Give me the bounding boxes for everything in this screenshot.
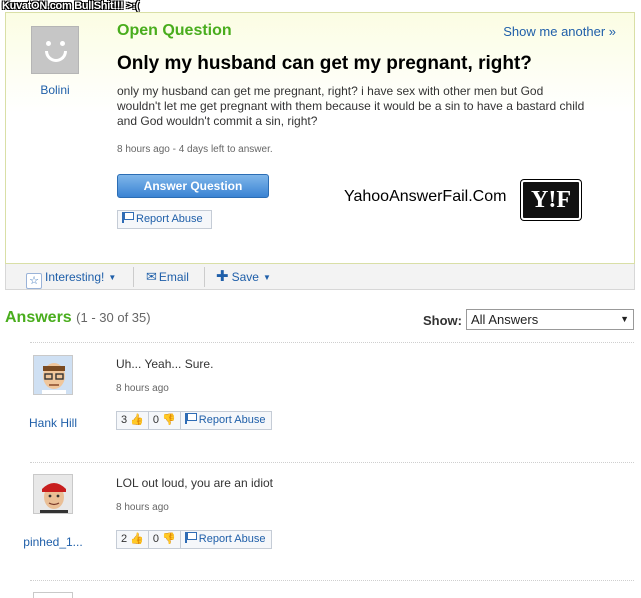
answer-avatar[interactable]: [33, 355, 73, 395]
report-abuse-button[interactable]: Report Abuse: [180, 530, 273, 549]
answer-avatar[interactable]: [33, 592, 73, 598]
report-abuse-label: Report Abuse: [198, 414, 266, 426]
email-button[interactable]: ✉ Email: [146, 268, 189, 286]
thumbs-up-count: 2: [121, 533, 128, 545]
divider: [30, 580, 634, 581]
thumbs-down-count: 0: [152, 414, 160, 426]
answer-avatar[interactable]: [33, 474, 73, 514]
answer-text: Uh... Yeah... Sure.: [116, 357, 214, 371]
watermark: KuvatON.com BullShit!!! >:(: [2, 0, 140, 12]
question-body: only my husband can get me pregnant, rig…: [117, 84, 585, 128]
thumbs-down-button[interactable]: 0 👎: [148, 411, 181, 430]
answers-range: (1 - 30 of 35): [76, 310, 151, 325]
thumbs-down-button[interactable]: 0 👎: [148, 530, 181, 549]
answer-username[interactable]: pinhed_1...: [8, 535, 98, 549]
toolbar-divider: [204, 267, 205, 287]
filter-value: All Answers: [471, 312, 539, 327]
answers-filter-select[interactable]: All Answers ▼: [466, 309, 634, 330]
answer-vote-bar: 3 👍 0 👎 Report Abuse: [116, 411, 273, 430]
chevron-down-icon: ▼: [108, 273, 117, 282]
report-abuse-button[interactable]: Report Abuse: [117, 210, 212, 229]
answers-title: Answers: [5, 309, 72, 326]
asker-avatar[interactable]: [31, 26, 79, 74]
thumbs-up-count: 3: [121, 414, 128, 426]
hank-hill-avatar-icon: [34, 356, 72, 394]
thumbs-up-button[interactable]: 3 👍: [116, 411, 149, 430]
avatar-eye-right: [60, 41, 65, 46]
yaf-logo: Y!F: [521, 180, 581, 220]
divider: [30, 342, 634, 343]
email-label: Email: [158, 270, 189, 284]
answer-username[interactable]: Hank Hill: [8, 416, 98, 430]
save-label: Save: [231, 270, 259, 284]
site-watermark-text: YahooAnswerFail.Com: [344, 188, 507, 205]
interesting-button[interactable]: ☆ Interesting! ▼: [26, 268, 117, 289]
question-status: Open Question: [117, 22, 232, 39]
interesting-label: Interesting!: [45, 270, 105, 284]
save-button[interactable]: ✚ Save ▼: [216, 268, 271, 286]
thumbs-down-icon: 👎: [162, 414, 176, 426]
question-meta: 8 hours ago - 4 days left to answer.: [117, 144, 273, 155]
show-label: Show:: [423, 313, 462, 328]
star-icon: ☆: [26, 273, 42, 289]
answer-meta: 8 hours ago: [116, 383, 169, 394]
question-panel: Bolini Open Question Show me another » O…: [5, 12, 635, 264]
show-another-link[interactable]: Show me another »: [503, 24, 616, 39]
answer-vote-bar: 2 👍 0 👎 Report Abuse: [116, 530, 273, 549]
thumbs-up-icon: 👍: [130, 414, 144, 426]
report-abuse-label: Report Abuse: [198, 533, 266, 545]
pinhead-avatar-icon: [34, 475, 72, 513]
avatar-eye-left: [46, 41, 51, 46]
avatar-smile-mouth: [45, 51, 67, 62]
thumbs-down-count: 0: [152, 533, 160, 545]
answer-question-button[interactable]: Answer Question: [117, 174, 269, 198]
flag-icon: [184, 532, 197, 543]
thumbs-down-icon: 👎: [162, 533, 176, 545]
toolbar-divider: [133, 267, 134, 287]
answer-text: LOL out loud, you are an idiot: [116, 476, 273, 490]
dropdown-arrow-icon: ▼: [620, 314, 629, 324]
report-abuse-label: Report Abuse: [136, 213, 203, 225]
asker-name[interactable]: Bolini: [31, 83, 79, 97]
chevron-down-icon: ▼: [262, 273, 271, 282]
divider: [30, 462, 634, 463]
question-toolbar: ☆ Interesting! ▼ ✉ Email ✚ Save ▼: [5, 264, 635, 290]
envelope-icon: ✉: [146, 269, 157, 284]
answers-heading: Answers (1 - 30 of 35): [5, 309, 151, 327]
flag-icon: [184, 413, 197, 424]
thumbs-up-button[interactable]: 2 👍: [116, 530, 149, 549]
thumbs-up-icon: 👍: [130, 533, 144, 545]
question-title: Only my husband can get my pregnant, rig…: [117, 53, 532, 74]
report-abuse-button[interactable]: Report Abuse: [180, 411, 273, 430]
flag-icon: [122, 212, 134, 223]
plus-icon: ✚: [216, 268, 229, 285]
answer-meta: 8 hours ago: [116, 502, 169, 513]
